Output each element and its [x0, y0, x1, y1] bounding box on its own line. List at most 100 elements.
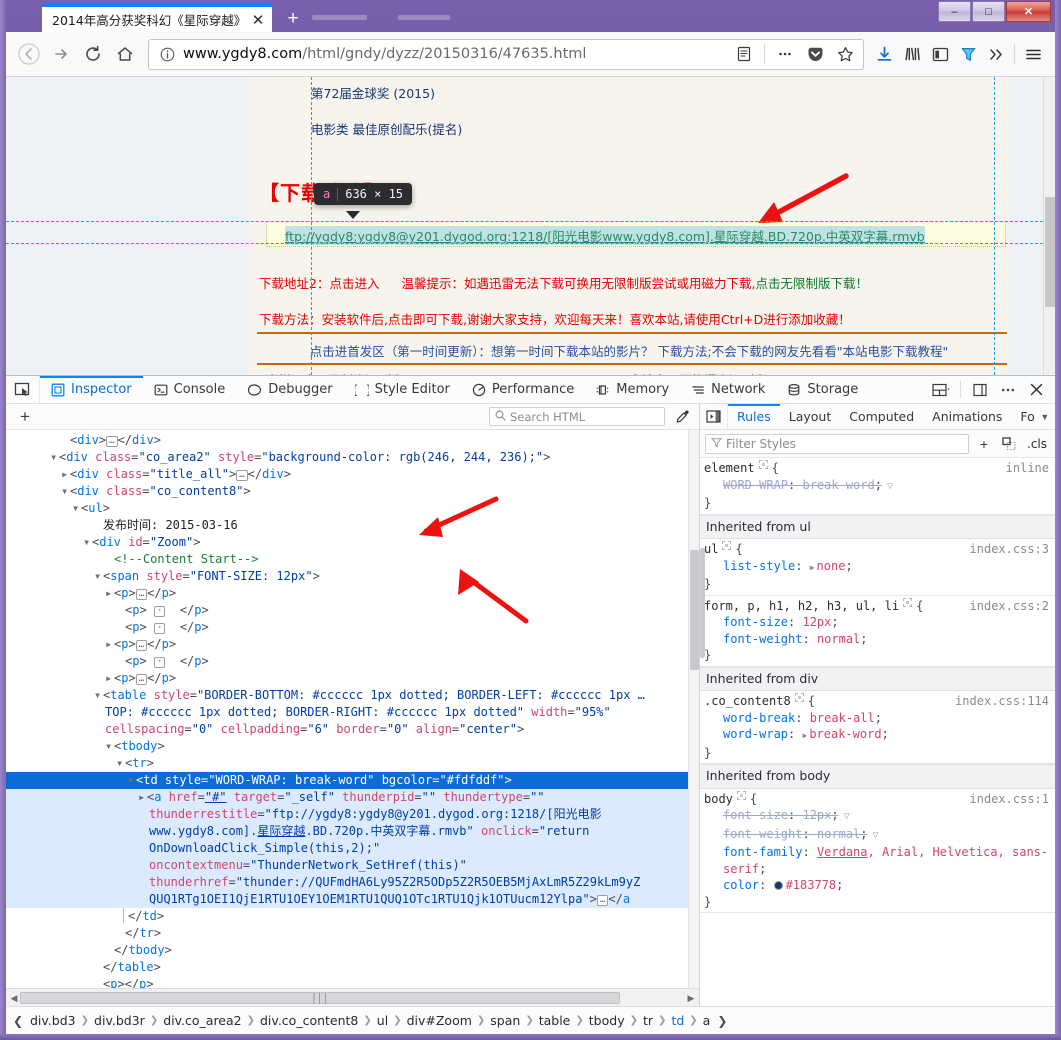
hscroll-right-arrow[interactable]: ▶ [685, 992, 697, 1004]
maximize-button[interactable]: □ [972, 1, 1005, 22]
css-selector[interactable]: body [704, 791, 733, 808]
tab-storage[interactable]: Storage [776, 376, 869, 403]
tab-layout[interactable]: Layout [780, 404, 841, 429]
rule-twisty-icon[interactable] [758, 460, 768, 469]
css-source-link[interactable]: inline [1006, 460, 1055, 477]
breadcrumb-item[interactable]: td [667, 1013, 688, 1028]
markup-line[interactable]: <p>…</p> [6, 670, 699, 687]
css-property-name[interactable]: font-family [723, 845, 802, 859]
unlimited-version-link[interactable]: 点击无限制版下载！ [755, 276, 868, 291]
toggle-classes-button[interactable]: .cls [1024, 437, 1050, 451]
new-tab-button[interactable]: + [282, 8, 304, 30]
tab-style-editor[interactable]: { } Style Editor [344, 376, 461, 403]
css-property-name[interactable]: color [723, 878, 759, 892]
css-source-link[interactable]: index.css:1 [970, 791, 1055, 808]
ynote-extension-icon[interactable] [954, 39, 982, 69]
overflow-chevron-icon[interactable] [982, 39, 1010, 69]
css-property-value[interactable]: break-word [809, 727, 881, 741]
breadcrumb-item[interactable]: span [486, 1013, 524, 1028]
markup-line[interactable]: <div class="title_all">…</div> [6, 466, 699, 483]
bookmark-star-icon[interactable] [831, 39, 859, 69]
close-devtools-icon[interactable] [1023, 377, 1049, 403]
markup-line[interactable]: <ul> [6, 500, 699, 517]
tab-debugger[interactable]: Debugger [236, 376, 343, 403]
markup-line[interactable]: <div>… </div> [6, 432, 699, 449]
markup-line[interactable]: </td> [6, 908, 699, 925]
rule-twisty-icon[interactable] [736, 790, 746, 800]
color-swatch[interactable] [773, 881, 783, 890]
css-declaration[interactable]: color: #183778; [704, 877, 1055, 894]
page-scrollbar-thumb[interactable] [1045, 197, 1055, 307]
css-declaration[interactable]: word-break: break-all; [704, 710, 1055, 727]
markup-tree[interactable]: <div>…</div><div class="co_area2" style=… [6, 430, 699, 988]
css-property-name[interactable]: font-size [723, 615, 788, 629]
css-declaration[interactable]: list-style: ▶ none; [704, 558, 1055, 577]
close-window-button[interactable]: ✕ [1006, 1, 1051, 22]
css-property-name[interactable]: word-break [723, 711, 795, 725]
markup-line[interactable]: <td style="WORD-WRAP: break-word" bgcolo… [6, 772, 699, 789]
css-declaration[interactable]: font-weight: normal; ▽ [704, 826, 1055, 845]
css-rule-block[interactable]: element {inline WORD-WRAP: break-word; ▽} [700, 458, 1055, 515]
filter-icon[interactable]: ▽ [887, 479, 893, 496]
rules-list[interactable]: element {inline WORD-WRAP: break-word; ▽} I… [700, 458, 1055, 1006]
eyedropper-icon[interactable] [665, 409, 699, 424]
markup-line[interactable]: <tbody> [6, 738, 699, 755]
reader-mode-icon[interactable] [730, 39, 758, 69]
css-source-link[interactable]: index.css:2 [970, 598, 1055, 615]
page-viewport[interactable]: 第72届金球奖 (2015) 电影类 最佳原创配乐(提名) 【下载地址】 ftp… [6, 77, 1055, 375]
markup-horizontal-scrollbar[interactable]: ◀ │││ ▶ [6, 988, 699, 1006]
css-property-value[interactable]: 12px [802, 808, 831, 822]
css-selector[interactable]: ul [704, 541, 718, 558]
reload-icon[interactable] [78, 39, 108, 69]
chevron-down-icon[interactable]: ▼ [1037, 404, 1053, 429]
markup-line[interactable]: <tr> [6, 755, 699, 772]
css-property-name[interactable]: list-style [723, 559, 795, 573]
markup-line-anchor[interactable]: <a href="#" target="_self" thunderpid=""… [6, 789, 699, 908]
markup-line[interactable]: <p> · </p> [6, 653, 699, 670]
css-source-link[interactable]: index.css:3 [970, 541, 1055, 558]
markup-line[interactable]: <p>…</p> [6, 636, 699, 653]
library-icon[interactable] [898, 39, 926, 69]
css-property-value[interactable]: none [817, 559, 846, 573]
css-selector[interactable]: element [704, 460, 755, 477]
rule-twisty-icon[interactable] [722, 541, 732, 550]
downloads-icon[interactable] [870, 39, 898, 69]
tab-memory[interactable]: Memory [585, 376, 680, 403]
page-actions-icon[interactable] [771, 39, 799, 69]
minimize-button[interactable]: – [938, 1, 971, 22]
markup-line[interactable]: <p> · </p> [6, 602, 699, 619]
tab-network[interactable]: Network [680, 376, 776, 403]
responsive-design-icon[interactable] [967, 377, 993, 403]
css-property-name[interactable]: WORD-WRAP [723, 478, 788, 492]
filter-icon[interactable]: ▽ [844, 809, 850, 826]
css-declaration[interactable]: word-wrap: ▶ break-word; [704, 726, 1055, 745]
back-arrow-icon[interactable] [14, 39, 44, 69]
css-rule-block[interactable]: form, p, h1, h2, h3, ul, li {index.css:2… [700, 596, 1055, 667]
tab-fonts[interactable]: Fo [1011, 404, 1036, 429]
hscroll-thumb[interactable]: │││ [20, 992, 620, 1004]
breadcrumb-item[interactable]: div.co_content8 [256, 1013, 362, 1028]
css-property-name[interactable]: font-weight [723, 632, 802, 646]
element-classes-icon[interactable] [999, 436, 1019, 451]
rule-twisty-icon[interactable] [794, 693, 804, 702]
markup-line[interactable]: <div id="Zoom"> [6, 534, 699, 551]
sidebar-icon[interactable] [926, 39, 954, 69]
rule-twisty-icon[interactable] [903, 597, 913, 607]
tab-performance[interactable]: Performance [461, 376, 585, 403]
css-property-name[interactable]: font-weight [723, 827, 802, 841]
css-property-value[interactable]: break-word [802, 478, 874, 492]
breadcrumb-item[interactable]: tbody [585, 1013, 629, 1028]
markup-line[interactable]: </tr> [6, 925, 699, 942]
download-address-2-label[interactable]: 下载地址2：点击进入 [259, 276, 379, 291]
element-picker-icon[interactable] [6, 376, 40, 403]
collapse-pane-icon[interactable] [700, 404, 728, 429]
markup-line-table[interactable]: <table style="BORDER-BOTTOM: #cccccc 1px… [6, 687, 699, 738]
css-property-value[interactable]: break-all [810, 711, 875, 725]
markup-line[interactable]: </table> [6, 959, 699, 976]
breadcrumb-scroll-left-icon[interactable]: ❮ [10, 1014, 26, 1028]
markup-line[interactable]: <span style="FONT-SIZE: 12px"> [6, 568, 699, 585]
dock-layout-icon[interactable] [928, 377, 954, 403]
add-node-button[interactable]: + [6, 407, 44, 427]
css-property-value[interactable]: 12px [802, 615, 831, 629]
tab-animations[interactable]: Animations [923, 404, 1011, 429]
